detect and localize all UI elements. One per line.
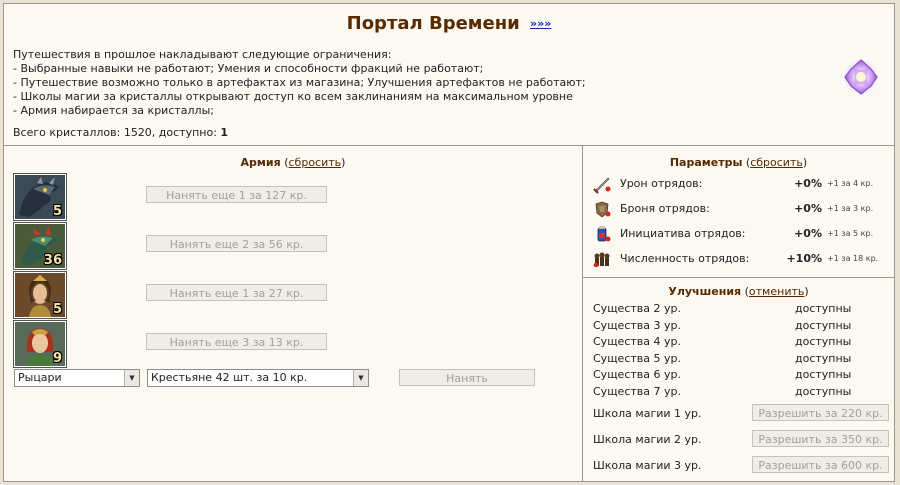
restriction-line: Путешествия в прошлое накладывают следую… (13, 48, 392, 61)
unit-select[interactable]: Крестьяне 42 шт. за 10 кр. ▼ (147, 369, 369, 387)
upgrade-status: доступны (795, 352, 852, 365)
page-title: Портал Времени »»» (4, 13, 894, 34)
potion-icon (597, 226, 611, 242)
params-title: Параметры (сбросить) (669, 156, 808, 169)
portal-window: Портал Времени »»» Путешествия в прошлое… (3, 3, 895, 482)
allow-magic-button[interactable]: Разрешить за 220 кр. (752, 404, 889, 421)
param-row-troops: Численность отрядов: +10% +1 за 18 кр. (592, 249, 892, 269)
allow-magic-button[interactable]: Разрешить за 350 кр. (752, 430, 889, 447)
priestess-portrait-icon: 5 (15, 273, 65, 317)
unit-count: 9 (52, 351, 62, 366)
hire-more-button[interactable]: Нанять еще 1 за 127 кр. (146, 186, 327, 203)
param-name: Численность отрядов: (620, 252, 750, 265)
info-panel: Портал Времени »»» Путешествия в прошлое… (4, 4, 894, 146)
upgrade-name: Существа 4 ур. (593, 335, 681, 348)
param-value: +10% (786, 252, 822, 265)
restriction-line: - Школы магии за кристаллы открывают дос… (13, 90, 573, 103)
upgrade-status: доступны (795, 335, 852, 348)
upgrade-status: доступны (795, 368, 852, 381)
param-value: +0% (794, 227, 822, 240)
dragon-portrait-icon: 5 (15, 175, 65, 219)
lizard-portrait-icon: 36 (15, 224, 65, 268)
crystals-available: 1 (220, 126, 229, 139)
unit-select-value: Крестьяне 42 шт. за 10 кр. (151, 371, 308, 384)
magic-name: Школа магии 1 ур. (593, 407, 702, 420)
upgrades-title: Улучшения (отменить) (668, 285, 809, 298)
crystals-info: Всего кристаллов: 1520, доступно: 1 (13, 126, 228, 139)
armor-icon (595, 201, 611, 218)
section-divider (583, 277, 894, 278)
army-title: Армия (сбросить) (240, 156, 346, 169)
troops-icon (593, 252, 610, 268)
title-text: Портал Времени (346, 13, 520, 34)
unit-count: 36 (43, 253, 62, 268)
param-cost: +1 за 4 кр. (827, 179, 874, 188)
restriction-line: - Армия набирается за кристаллы; (13, 104, 214, 117)
param-cost: +1 за 3 кр. (827, 204, 874, 213)
param-name: Броня отрядов: (620, 202, 710, 215)
unit-portrait[interactable]: 36 (13, 222, 67, 270)
restrictions-text: Путешествия в прошлое накладывают следую… (13, 48, 586, 118)
param-row-damage: Урон отрядов: +0% +1 за 4 кр. (592, 174, 892, 194)
allow-magic-button[interactable]: Разрешить за 600 кр. (752, 456, 889, 473)
unit-count: 5 (52, 302, 62, 317)
param-cost: +1 за 18 кр. (827, 254, 879, 263)
army-panel: Армия (сбросить) 5 Нанять еще 1 за 127 к… (4, 146, 583, 481)
unit-portrait[interactable]: 5 (13, 271, 67, 319)
upgrade-status: доступны (795, 385, 852, 398)
upgrades-heading: Улучшения (668, 285, 742, 298)
army-reset-link[interactable]: сбросить (289, 156, 342, 169)
restriction-line: - Путешествие возможно только в артефакт… (13, 76, 586, 89)
upgrades-cancel-link[interactable]: отменить (749, 285, 804, 298)
hire-more-button[interactable]: Нанять еще 2 за 56 кр. (146, 235, 327, 252)
upgrade-name: Существа 6 ур. (593, 368, 681, 381)
chevron-down-icon[interactable]: ▼ (353, 370, 368, 386)
restriction-line: - Выбранные навыки не работают; Умения и… (13, 62, 484, 75)
params-panel: Параметры (сбросить) Урон отрядов: +0% +… (583, 146, 894, 481)
faction-select[interactable]: Рыцари ▼ (14, 369, 140, 387)
params-heading: Параметры (669, 156, 743, 169)
hire-more-button[interactable]: Нанять еще 1 за 27 кр. (146, 284, 327, 301)
magic-name: Школа магии 3 ур. (593, 459, 702, 472)
param-name: Инициатива отрядов: (620, 227, 746, 240)
upgrade-status: доступны (795, 302, 852, 315)
unit-portrait[interactable]: 5 (13, 173, 67, 221)
upgrade-name: Существа 7 ур. (593, 385, 681, 398)
title-link[interactable]: »»» (530, 17, 551, 30)
unit-portrait[interactable]: 9 (13, 320, 67, 368)
param-value: +0% (794, 177, 822, 190)
upgrade-name: Существа 3 ур. (593, 319, 681, 332)
crystals-label: Всего кристаллов: 1520, доступно: (13, 126, 221, 139)
upgrade-name: Существа 2 ур. (593, 302, 681, 315)
unit-count: 5 (52, 204, 62, 219)
params-reset-link[interactable]: сбросить (750, 156, 803, 169)
param-name: Урон отрядов: (620, 177, 703, 190)
chevron-down-icon[interactable]: ▼ (124, 370, 139, 386)
upgrade-name: Существа 5 ур. (593, 352, 681, 365)
army-heading: Армия (240, 156, 281, 169)
portal-crystal-icon (844, 59, 878, 95)
param-value: +0% (794, 202, 822, 215)
magic-name: Школа магии 2 ур. (593, 433, 702, 446)
hire-more-button[interactable]: Нанять еще 3 за 13 кр. (146, 333, 327, 350)
upgrade-status: доступны (795, 319, 852, 332)
sword-icon (593, 177, 611, 194)
elf-portrait-icon: 9 (15, 322, 65, 366)
param-cost: +1 за 5 кр. (827, 229, 874, 238)
hire-button[interactable]: Нанять (399, 369, 535, 386)
faction-select-value: Рыцари (18, 371, 62, 384)
param-row-armor: Броня отрядов: +0% +1 за 3 кр. (592, 199, 892, 219)
param-row-initiative: Инициатива отрядов: +0% +1 за 5 кр. (592, 224, 892, 244)
